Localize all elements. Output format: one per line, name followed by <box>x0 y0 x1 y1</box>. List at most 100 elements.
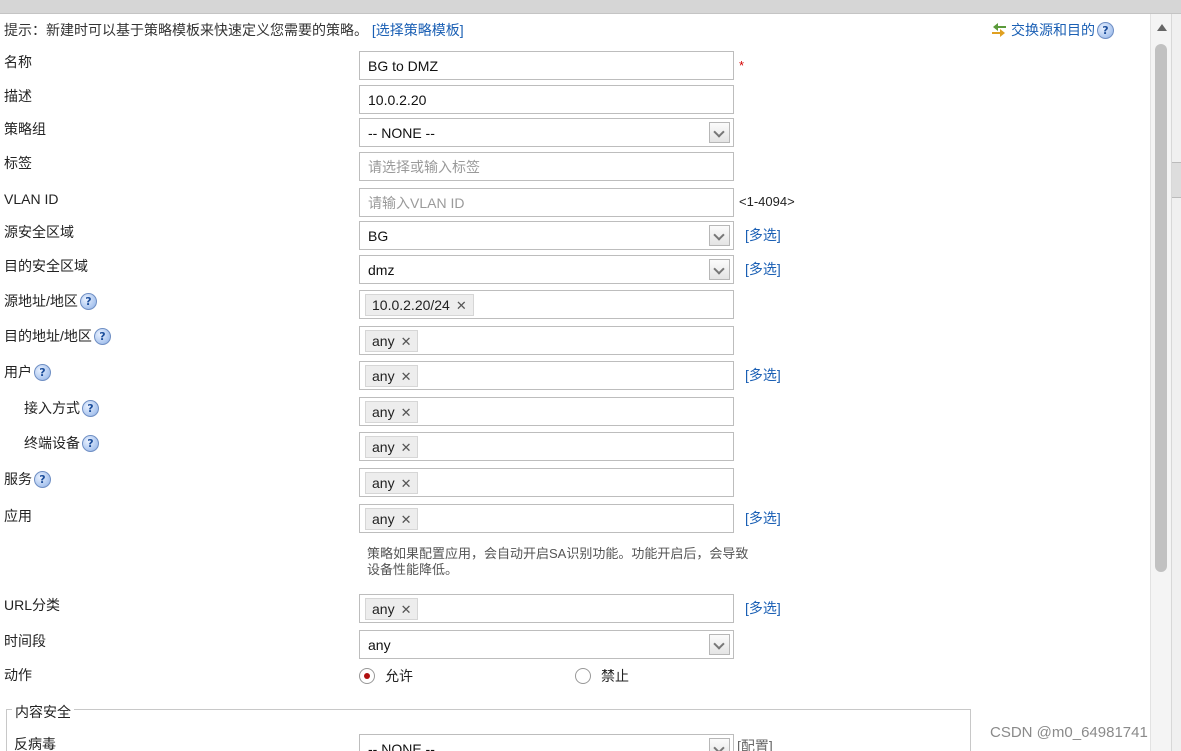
src-zone-value: BG <box>368 228 389 244</box>
swap-arrows-icon <box>990 23 1008 37</box>
user-field[interactable]: any ✕ <box>359 361 734 390</box>
swap-src-dst-link[interactable]: 交换源和目的? <box>990 20 1114 40</box>
remove-tag-icon[interactable]: ✕ <box>401 405 412 420</box>
antivirus-value: -- NONE -- <box>368 741 435 751</box>
tag-text: 10.0.2.20/24 <box>372 297 450 313</box>
time-range-select[interactable]: any <box>359 630 734 659</box>
tag-text: any <box>372 439 395 455</box>
service-field[interactable]: any ✕ <box>359 468 734 497</box>
help-icon[interactable]: ? <box>82 434 99 452</box>
content-security-legend: 内容安全 <box>12 702 74 722</box>
chevron-down-icon[interactable] <box>709 259 730 280</box>
tag-text: any <box>372 333 395 349</box>
template-hint: 提示：新建时可以基于策略模板来快速定义您需要的策略。 [选择策略模板] <box>4 20 464 40</box>
window-top-bar <box>0 0 1181 14</box>
remove-tag-icon[interactable]: ✕ <box>456 298 467 313</box>
time-range-value: any <box>368 637 391 653</box>
description-input[interactable]: 10.0.2.20 <box>359 85 734 114</box>
terminal-tag: any ✕ <box>365 436 419 458</box>
chevron-down-icon[interactable] <box>709 738 730 751</box>
remove-tag-icon[interactable]: ✕ <box>401 476 412 491</box>
chevron-down-icon[interactable] <box>709 122 730 143</box>
help-icon[interactable]: ? <box>79 292 97 310</box>
dst-zone-select[interactable]: dmz <box>359 255 734 284</box>
remove-tag-icon[interactable]: ✕ <box>401 602 412 617</box>
antivirus-config-link[interactable]: [配置] <box>737 736 773 751</box>
tag-input[interactable]: 请选择或输入标签 <box>359 152 734 181</box>
scrollbar-thumb[interactable] <box>1155 44 1167 572</box>
url-category-label: URL分类 <box>4 597 61 613</box>
terminal-label-text: 终端设备 <box>24 435 80 451</box>
action-allow-label: 允许 <box>385 668 413 684</box>
access-mode-label: 接入方式? <box>24 398 99 418</box>
antivirus-select[interactable]: -- NONE -- <box>359 734 734 751</box>
application-label: 应用 <box>4 508 32 524</box>
application-field[interactable]: any ✕ <box>359 504 734 533</box>
action-deny-radio[interactable]: 禁止 <box>575 665 629 686</box>
user-multi-link[interactable]: [多选] <box>745 365 781 385</box>
url-category-field[interactable]: any ✕ <box>359 594 734 623</box>
user-label: 用户? <box>4 362 51 382</box>
service-tag: any ✕ <box>365 472 419 494</box>
access-mode-label-text: 接入方式 <box>24 400 80 416</box>
application-note: 策略如果配置应用，会自动开启SA识别功能。功能开启后，会导致设备性能降低。 <box>367 546 749 577</box>
user-tag: any ✕ <box>365 365 419 387</box>
dst-zone-label: 目的安全区域 <box>4 258 88 274</box>
remove-tag-icon[interactable]: ✕ <box>401 512 412 527</box>
vertical-scrollbar[interactable] <box>1150 14 1171 751</box>
tag-text: any <box>372 475 395 491</box>
dst-addr-label: 目的地址/地区? <box>4 326 111 346</box>
help-icon[interactable]: ? <box>34 470 51 488</box>
src-zone-multi-link[interactable]: [多选] <box>745 225 781 245</box>
select-template-link[interactable]: [选择策略模板] <box>372 22 464 38</box>
help-icon[interactable]: ? <box>82 399 99 417</box>
access-mode-field[interactable]: any ✕ <box>359 397 734 426</box>
chevron-down-icon[interactable] <box>709 225 730 246</box>
antivirus-label: 反病毒 <box>14 736 56 751</box>
help-icon[interactable]: ? <box>93 327 111 345</box>
src-addr-label-text: 源地址/地区 <box>4 293 78 309</box>
tag-label: 标签 <box>4 155 32 171</box>
url-category-tag: any ✕ <box>365 598 419 620</box>
help-icon[interactable]: ? <box>34 363 51 381</box>
src-addr-label: 源地址/地区? <box>4 291 97 311</box>
remove-tag-icon[interactable]: ✕ <box>401 440 412 455</box>
policy-group-label: 策略组 <box>4 121 46 137</box>
edge-tab <box>1172 162 1181 198</box>
application-multi-link[interactable]: [多选] <box>745 508 781 528</box>
scroll-up-arrow-icon[interactable] <box>1157 24 1167 31</box>
name-input[interactable]: BG to DMZ <box>359 51 734 80</box>
service-label-text: 服务 <box>4 471 32 487</box>
service-label: 服务? <box>4 469 51 489</box>
hint-text: 提示：新建时可以基于策略模板来快速定义您需要的策略。 <box>4 22 368 38</box>
dst-addr-tag: any ✕ <box>365 330 419 352</box>
remove-tag-icon[interactable]: ✕ <box>401 369 412 384</box>
url-category-multi-link[interactable]: [多选] <box>745 598 781 618</box>
swap-label: 交换源和目的 <box>1011 22 1095 38</box>
name-label: 名称 <box>4 54 32 70</box>
remove-tag-icon[interactable]: ✕ <box>401 334 412 349</box>
dst-zone-multi-link[interactable]: [多选] <box>745 259 781 279</box>
tag-text: any <box>372 511 395 527</box>
access-mode-tag: any ✕ <box>365 401 419 423</box>
chevron-down-icon[interactable] <box>709 634 730 655</box>
src-addr-field[interactable]: 10.0.2.20/24 ✕ <box>359 290 734 319</box>
vlan-range-hint: <1-4094> <box>739 194 795 209</box>
dst-addr-field[interactable]: any ✕ <box>359 326 734 355</box>
dst-addr-label-text: 目的地址/地区 <box>4 328 92 344</box>
dst-zone-value: dmz <box>368 262 395 278</box>
action-allow-radio[interactable]: 允许 <box>359 665 413 686</box>
description-label: 描述 <box>4 88 32 104</box>
time-range-label: 时间段 <box>4 633 46 649</box>
tag-text: any <box>372 404 395 420</box>
vlan-input[interactable]: 请输入VLAN ID <box>359 188 734 217</box>
src-zone-select[interactable]: BG <box>359 221 734 250</box>
terminal-label: 终端设备? <box>24 433 99 453</box>
radio-selected-icon <box>359 668 375 684</box>
required-mark: * <box>739 58 745 73</box>
vlan-label: VLAN ID <box>4 191 59 207</box>
help-icon[interactable]: ? <box>1097 21 1114 39</box>
terminal-field[interactable]: any ✕ <box>359 432 734 461</box>
policy-group-value: -- NONE -- <box>368 125 435 141</box>
policy-group-select[interactable]: -- NONE -- <box>359 118 734 147</box>
